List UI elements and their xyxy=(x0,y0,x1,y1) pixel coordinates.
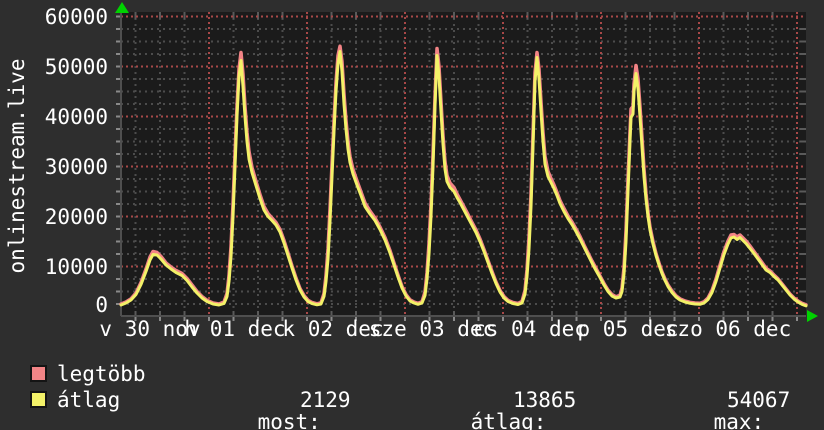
x-axis-arrow-icon xyxy=(807,310,818,322)
legend-label: átlag xyxy=(57,388,121,412)
y-axis-arrow-icon xyxy=(115,2,129,13)
x-tick-label: h 01 dec xyxy=(184,317,286,341)
stat-value: 2129 xyxy=(300,388,351,412)
stat-value: 13865 xyxy=(513,388,577,412)
y-tick-label: 60000 xyxy=(44,4,108,29)
y-tick-label: 0 xyxy=(95,292,108,317)
y-tick-label: 10000 xyxy=(44,254,108,279)
y-tick-label: 40000 xyxy=(44,104,108,129)
stat-label: max: xyxy=(713,410,765,430)
x-tick-label: cs 04 dec xyxy=(473,317,587,341)
stat-most: most: 2129 xyxy=(207,389,351,430)
legend-swatch-max xyxy=(30,365,47,382)
stat-label: átlag: xyxy=(470,410,547,430)
y-tick-label: 30000 xyxy=(44,154,108,179)
series-line-max xyxy=(119,44,808,307)
legend-swatch-avg xyxy=(30,391,47,408)
x-tick-label: szo 06 dec xyxy=(664,317,792,341)
x-tick-label: p 05 dec xyxy=(577,317,679,341)
rrd-graph: onlinestream.live 60000 50000 40000 30000 20… xyxy=(0,0,824,430)
y-tick-label: 20000 xyxy=(44,204,108,229)
plot-area xyxy=(116,12,808,321)
stat-atlag: átlag: 13865 xyxy=(420,389,577,430)
stat-label: most: xyxy=(257,410,321,430)
legend-label: legtöbb xyxy=(57,362,146,386)
y-tick-label: 50000 xyxy=(44,54,108,79)
stat-max: max: 54067 xyxy=(663,389,791,430)
chart-canvas xyxy=(116,12,808,321)
stat-value: 54067 xyxy=(727,388,791,412)
